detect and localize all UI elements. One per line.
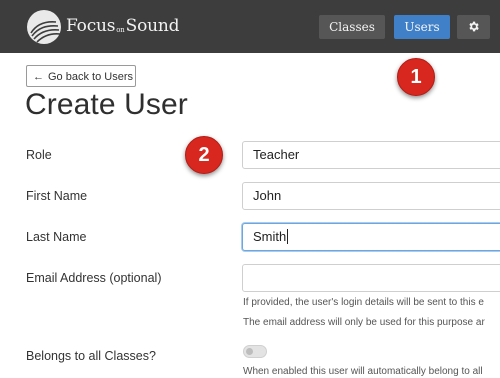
belongs-all-classes-label: Belongs to all Classes? xyxy=(26,349,156,363)
first-name-field[interactable]: John xyxy=(242,182,500,210)
settings-button[interactable] xyxy=(457,15,490,39)
nav-classes-button[interactable]: Classes xyxy=(319,15,385,39)
logo-word-sound: Sound xyxy=(125,16,180,36)
role-label: Role xyxy=(26,148,52,162)
email-help-text-2: The email address will only be used for … xyxy=(243,317,485,328)
email-label: Email Address (optional) xyxy=(26,271,162,285)
last-name-value: Smith xyxy=(253,229,287,244)
logo-wordmark: FocusonSound xyxy=(66,16,179,36)
belongs-all-classes-toggle[interactable] xyxy=(243,345,267,358)
annotation-badge-2: 2 xyxy=(185,136,223,174)
email-field[interactable] xyxy=(242,264,500,292)
last-name-field[interactable]: Smith xyxy=(242,223,500,251)
back-to-users-button[interactable]: ← Go back to Users xyxy=(26,65,136,87)
page-title: Create User xyxy=(25,88,188,121)
top-navigation-bar: FocusonSound Classes Users xyxy=(0,0,500,53)
logo-word-on: on xyxy=(116,26,125,34)
toggle-knob xyxy=(246,348,253,355)
role-field[interactable]: Teacher xyxy=(242,141,500,169)
text-cursor xyxy=(287,229,289,244)
first-name-label: First Name xyxy=(26,189,88,203)
annotation-badge-1: 1 xyxy=(397,58,435,96)
nav-users-button[interactable]: Users xyxy=(394,15,450,39)
logo-word-focus: Focus xyxy=(66,16,116,36)
last-name-label: Last Name xyxy=(26,230,87,244)
gear-icon xyxy=(469,21,479,32)
logo-icon xyxy=(27,10,61,44)
back-button-label: Go back to Users xyxy=(48,71,133,83)
arrow-left-icon: ← xyxy=(33,71,44,83)
email-help-text-1: If provided, the user's login details wi… xyxy=(243,297,484,308)
belongs-all-help-text: When enabled this user will automaticall… xyxy=(243,366,483,377)
